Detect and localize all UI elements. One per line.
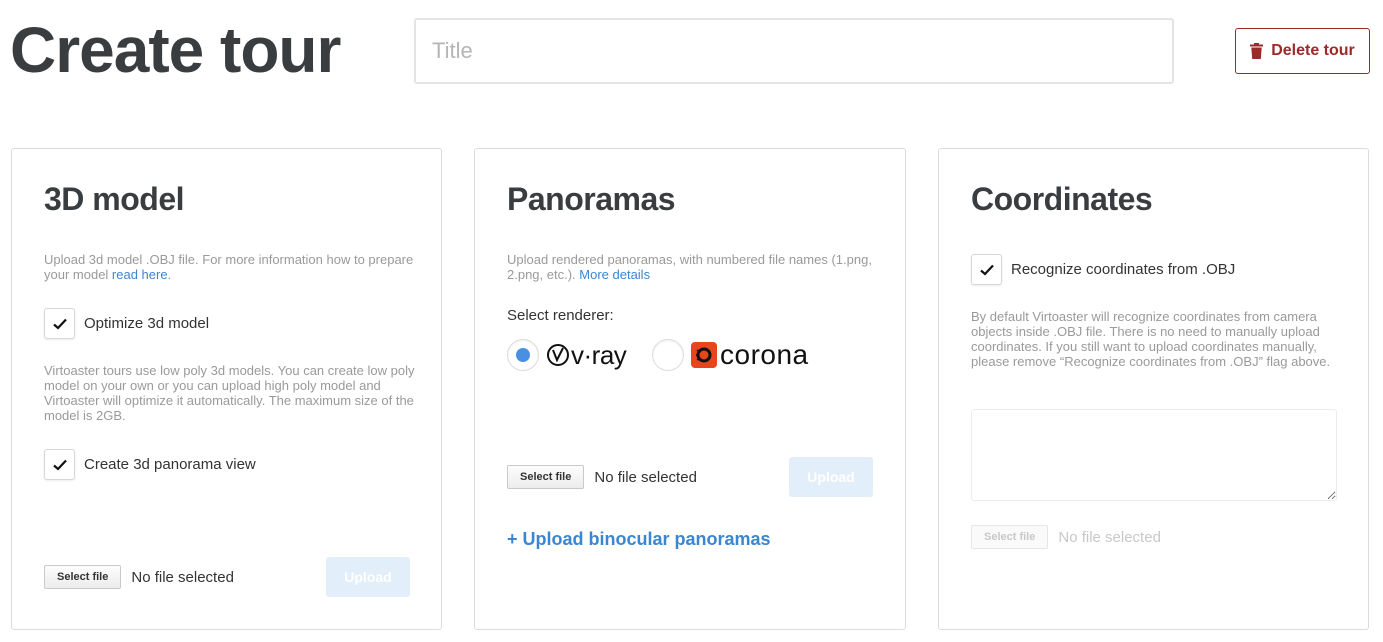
renderer-option-corona[interactable]: corona <box>652 339 809 371</box>
delete-tour-label: Delete tour <box>1271 42 1355 59</box>
coordinates-heading: Coordinates <box>971 181 1153 217</box>
panorama-view-option: Create 3d panorama view <box>44 449 256 480</box>
radio-selected-dot <box>516 348 530 362</box>
checkmark-icon <box>979 264 994 276</box>
model-file-picker: Select file No file selected <box>44 565 234 589</box>
checkmark-icon <box>52 459 67 471</box>
model-card: 3D model Upload 3d model .OBJ file. For … <box>11 148 442 630</box>
panorama-view-checkbox[interactable] <box>44 449 75 480</box>
checkmark-icon <box>52 318 67 330</box>
panorama-view-label: Create 3d panorama view <box>84 456 256 473</box>
coordinates-help-text: By default Virtoaster will recognize coo… <box>971 309 1331 369</box>
coordinates-textarea[interactable] <box>971 409 1337 501</box>
vray-logo: v·ray <box>546 340 627 371</box>
corona-mark-icon <box>691 342 717 368</box>
panoramas-select-file-button[interactable]: Select file <box>507 465 585 489</box>
coordinates-select-file-button[interactable]: Select file <box>971 525 1049 549</box>
optimize-label: Optimize 3d model <box>84 315 210 332</box>
panoramas-file-picker: Select file No file selected <box>507 465 697 489</box>
coordinates-file-status: No file selected <box>1058 528 1161 546</box>
lowpoly-help-text: Virtoaster tours use low poly 3d models.… <box>44 363 415 423</box>
panoramas-upload-button[interactable]: Upload <box>789 457 873 497</box>
vray-mark-icon <box>547 344 569 366</box>
more-details-link[interactable]: More details <box>579 267 650 282</box>
renderer-label: Select renderer: <box>507 307 614 324</box>
corona-radio[interactable] <box>652 339 684 371</box>
optimize-option: Optimize 3d model <box>44 308 209 339</box>
coordinates-card: Coordinates Recognize coordinates from .… <box>938 148 1369 630</box>
optimize-checkbox[interactable] <box>44 308 75 339</box>
model-file-status: No file selected <box>131 568 234 586</box>
upload-binocular-link[interactable]: + Upload binocular panoramas <box>507 529 771 550</box>
vray-radio[interactable] <box>507 339 539 371</box>
trash-icon <box>1250 43 1264 59</box>
coordinates-file-picker: Select file No file selected <box>971 525 1161 549</box>
recognize-checkbox[interactable] <box>971 254 1002 285</box>
recognize-label: Recognize coordinates from .OBJ <box>1011 261 1236 278</box>
renderer-option-vray[interactable]: v·ray <box>507 339 627 371</box>
model-select-file-button[interactable]: Select file <box>44 565 122 589</box>
panoramas-file-status: No file selected <box>594 468 697 486</box>
corona-logo: corona <box>691 339 809 371</box>
panoramas-help-text: Upload rendered panoramas, with numbered… <box>507 252 872 282</box>
page-title: Create tour <box>10 14 341 86</box>
model-heading: 3D model <box>44 181 185 217</box>
read-here-link[interactable]: read here <box>112 267 168 282</box>
recognize-option: Recognize coordinates from .OBJ <box>971 254 1235 285</box>
delete-tour-button[interactable]: Delete tour <box>1235 28 1370 74</box>
model-help-text: Upload 3d model .OBJ file. For more info… <box>44 252 414 282</box>
panoramas-card: Panoramas Upload rendered panoramas, wit… <box>474 148 906 630</box>
model-upload-button[interactable]: Upload <box>326 557 410 597</box>
panoramas-heading: Panoramas <box>507 181 676 217</box>
title-input[interactable] <box>414 18 1174 84</box>
